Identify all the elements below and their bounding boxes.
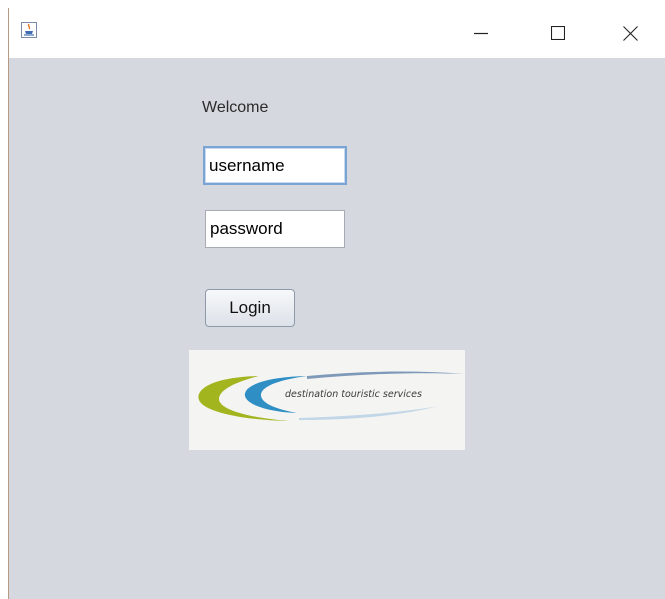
login-button[interactable]: Login [205, 289, 295, 327]
title-bar[interactable] [9, 8, 665, 58]
minimize-button[interactable] [458, 8, 504, 58]
password-field[interactable] [205, 210, 345, 248]
minimize-icon [474, 32, 488, 35]
welcome-label: Welcome [202, 99, 269, 116]
maximize-button[interactable] [535, 8, 581, 58]
close-button[interactable] [607, 8, 653, 58]
close-icon [622, 25, 638, 41]
java-app-icon [21, 22, 37, 38]
maximize-icon [551, 26, 565, 40]
app-window: Welcome Login destination touristic serv… [8, 8, 665, 599]
company-logo: destination touristic services [189, 350, 465, 450]
username-field[interactable] [203, 146, 347, 185]
logo-text: destination touristic services [285, 389, 422, 400]
